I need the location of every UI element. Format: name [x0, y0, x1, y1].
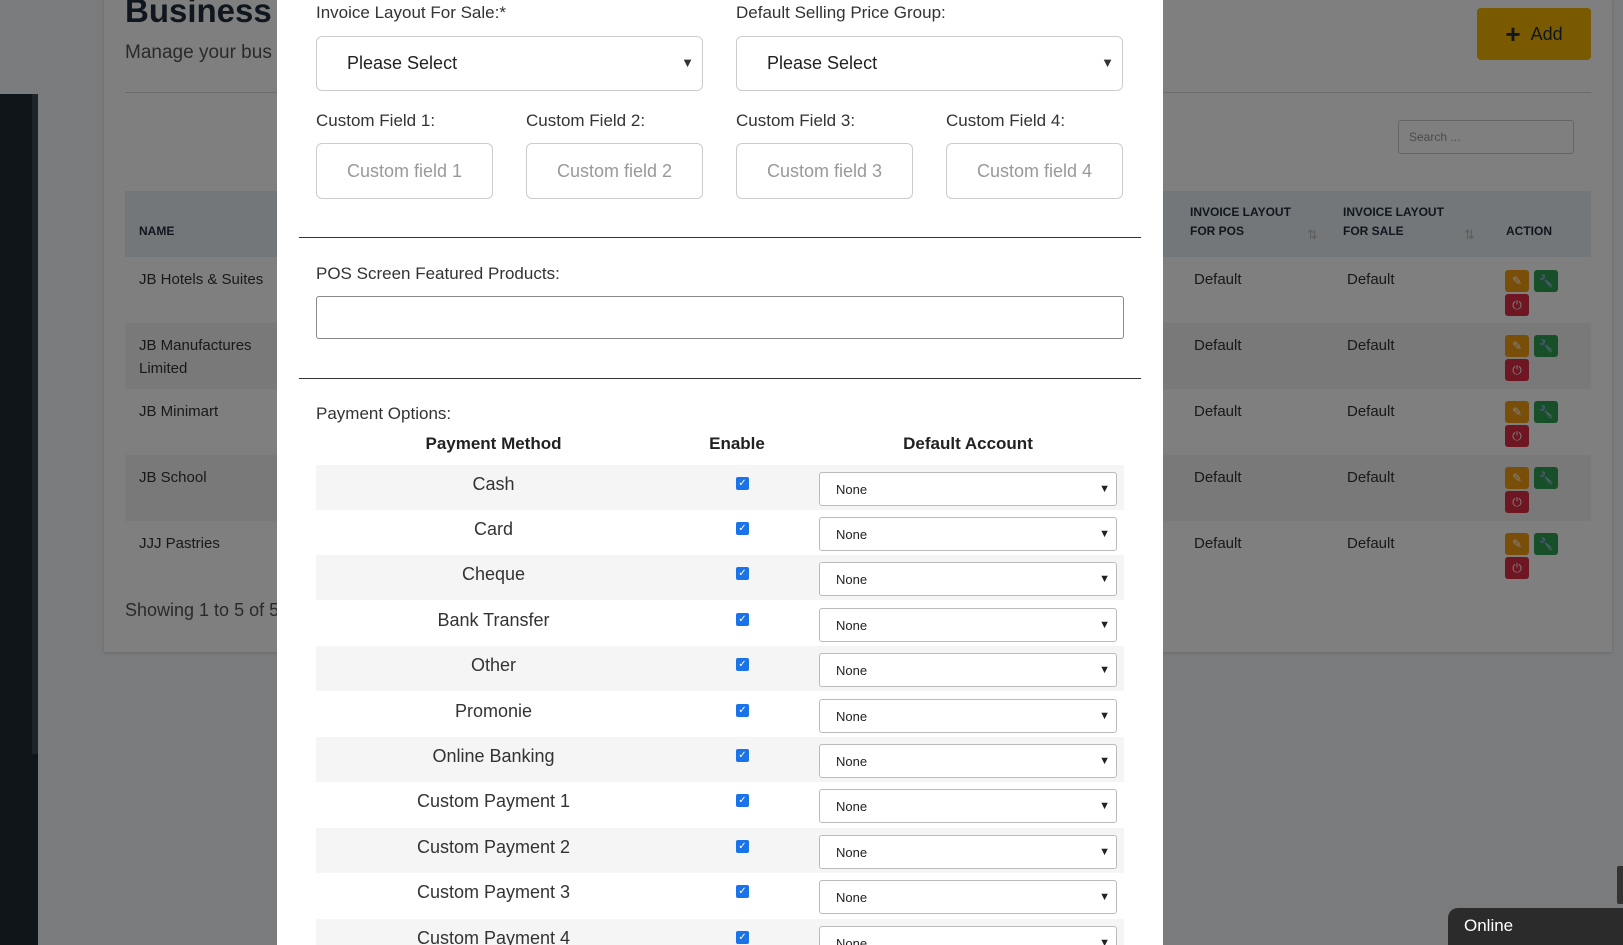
enable-checkbox[interactable]: ✓ — [736, 885, 749, 898]
chevron-down-icon: ▼ — [1099, 619, 1110, 631]
featured-products-input[interactable] — [316, 296, 1124, 339]
default-account-select[interactable]: None ▼ — [819, 562, 1117, 596]
payment-method-header: Payment Method — [425, 434, 562, 453]
custom-field-4-input[interactable]: Custom field 4 — [946, 143, 1123, 199]
enable-checkbox[interactable]: ✓ — [736, 567, 749, 580]
chevron-down-icon: ▼ — [1099, 483, 1110, 495]
default-account-select[interactable]: None ▼ — [819, 653, 1117, 687]
custom-field-3-label: Custom Field 3: — [736, 111, 856, 130]
payment-row-bank-transfer: Bank Transfer ✓ None ▼ — [316, 601, 1124, 646]
default-account-select[interactable]: None ▼ — [819, 835, 1117, 869]
default-account-select[interactable]: None ▼ — [819, 472, 1117, 506]
divider — [299, 237, 1141, 238]
payment-method-name: Cash — [472, 474, 515, 494]
default-account-select[interactable]: None ▼ — [819, 880, 1117, 914]
chevron-down-icon: ▼ — [1099, 937, 1110, 945]
business-location-modal: Invoice Layout For Sale:* Please Select … — [277, 0, 1163, 945]
invoice-layout-label: Invoice Layout For Sale:* — [316, 3, 506, 22]
select-value: None — [836, 618, 868, 633]
payment-row-cash: Cash ✓ None ▼ — [316, 465, 1124, 510]
payment-method-name: Custom Payment 4 — [416, 928, 571, 945]
chevron-down-icon: ▼ — [1099, 664, 1110, 676]
enable-checkbox[interactable]: ✓ — [736, 704, 749, 717]
default-account-select[interactable]: None ▼ — [819, 926, 1117, 945]
payment-method-name: Cheque — [461, 564, 526, 584]
payment-method-name: Card — [473, 519, 513, 539]
default-account-select[interactable]: None ▼ — [819, 517, 1117, 551]
select-value: None — [836, 845, 868, 860]
payment-row-cheque: Cheque ✓ None ▼ — [316, 555, 1124, 600]
payment-row-custom-2: Custom Payment 2 ✓ None ▼ — [316, 828, 1124, 873]
select-value: Please Select — [347, 53, 458, 73]
payment-row-card: Card ✓ None ▼ — [316, 510, 1124, 555]
select-value: None — [836, 936, 868, 945]
chevron-down-icon: ▼ — [1099, 800, 1110, 812]
enable-checkbox[interactable]: ✓ — [736, 477, 749, 490]
select-value: Please Select — [767, 53, 878, 73]
enable-header: Enable — [709, 434, 765, 453]
payment-method-name: Bank Transfer — [437, 610, 550, 630]
enable-checkbox[interactable]: ✓ — [736, 749, 749, 762]
payment-row-other: Other ✓ None ▼ — [316, 646, 1124, 691]
chevron-down-icon: ▼ — [1099, 528, 1110, 540]
enable-checkbox[interactable]: ✓ — [736, 840, 749, 853]
default-account-header: Default Account — [903, 434, 1033, 453]
side-tab[interactable] — [1617, 866, 1623, 904]
payment-row-custom-4: Custom Payment 4 ✓ None ▼ — [316, 919, 1124, 945]
payment-method-name: Custom Payment 1 — [416, 791, 571, 811]
chevron-down-icon: ▼ — [1101, 55, 1114, 70]
divider — [299, 378, 1141, 379]
chevron-down-icon: ▼ — [681, 55, 694, 70]
custom-field-2-input[interactable]: Custom field 2 — [526, 143, 703, 199]
payment-row-online-banking: Online Banking ✓ None ▼ — [316, 737, 1124, 782]
default-account-select[interactable]: None ▼ — [819, 744, 1117, 778]
select-value: None — [836, 754, 868, 769]
chevron-down-icon: ▼ — [1099, 755, 1110, 767]
select-value: None — [836, 709, 868, 724]
default-account-select[interactable]: None ▼ — [819, 608, 1117, 642]
custom-field-1-input[interactable]: Custom field 1 — [316, 143, 493, 199]
custom-field-3-input[interactable]: Custom field 3 — [736, 143, 913, 199]
select-value: None — [836, 890, 868, 905]
price-group-label: Default Selling Price Group: — [736, 3, 946, 22]
enable-checkbox[interactable]: ✓ — [736, 931, 749, 944]
payment-options-label: Payment Options: — [316, 404, 452, 423]
select-value: None — [836, 527, 868, 542]
payment-row-custom-3: Custom Payment 3 ✓ None ▼ — [316, 873, 1124, 918]
select-value: None — [836, 572, 868, 587]
payment-method-name: Custom Payment 3 — [416, 882, 571, 902]
chevron-down-icon: ▼ — [1099, 573, 1110, 585]
custom-field-4-label: Custom Field 4: — [946, 111, 1066, 130]
select-value: None — [836, 799, 868, 814]
enable-checkbox[interactable]: ✓ — [736, 522, 749, 535]
enable-checkbox[interactable]: ✓ — [736, 794, 749, 807]
default-account-select[interactable]: None ▼ — [819, 789, 1117, 823]
payment-method-name: Promonie — [454, 701, 533, 721]
enable-checkbox[interactable]: ✓ — [736, 658, 749, 671]
payment-method-name: Other — [470, 655, 517, 675]
chevron-down-icon: ▼ — [1099, 891, 1110, 903]
online-status-badge[interactable]: Online — [1448, 908, 1623, 945]
select-value: None — [836, 482, 868, 497]
custom-field-1-label: Custom Field 1: — [316, 111, 436, 130]
featured-products-label: POS Screen Featured Products: — [316, 264, 560, 283]
invoice-layout-select[interactable]: Please Select ▼ — [316, 36, 703, 91]
enable-checkbox[interactable]: ✓ — [736, 613, 749, 626]
payment-row-promonie: Promonie ✓ None ▼ — [316, 692, 1124, 737]
price-group-select[interactable]: Please Select ▼ — [736, 36, 1123, 91]
custom-field-2-label: Custom Field 2: — [526, 111, 646, 130]
payment-method-name: Online Banking — [432, 746, 555, 766]
payment-method-name: Custom Payment 2 — [416, 837, 571, 857]
default-account-select[interactable]: None ▼ — [819, 699, 1117, 733]
chevron-down-icon: ▼ — [1099, 710, 1110, 722]
chevron-down-icon: ▼ — [1099, 846, 1110, 858]
payment-row-custom-1: Custom Payment 1 ✓ None ▼ — [316, 782, 1124, 827]
select-value: None — [836, 663, 868, 678]
